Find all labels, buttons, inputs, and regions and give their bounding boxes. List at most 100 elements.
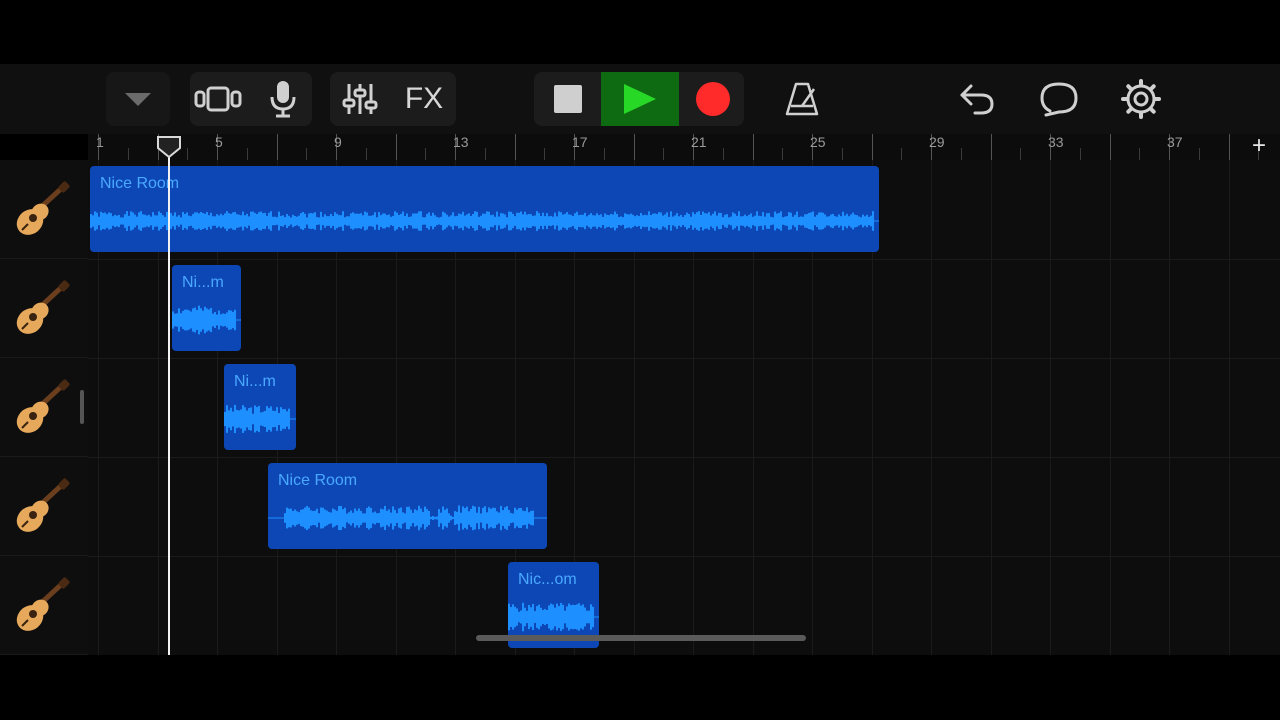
audio-region[interactable]: Ni...m: [172, 265, 241, 351]
loop-browser-button[interactable]: [1034, 72, 1084, 126]
ruler-bar-label: 17: [572, 134, 588, 150]
stop-icon: [554, 85, 582, 113]
audio-region[interactable]: Nice Room: [268, 463, 547, 549]
tracks-area[interactable]: Nice Room Ni...m Ni...m Nice Room Nic...om: [88, 160, 1280, 655]
ruler-bar-label: 29: [929, 134, 945, 150]
settings-icon: [1121, 79, 1161, 119]
ruler-tick: [633, 134, 635, 160]
ruler-tick: [187, 148, 189, 160]
audio-region[interactable]: Nice Room: [90, 166, 879, 252]
track-resize-handle[interactable]: [80, 390, 84, 424]
record-button[interactable]: [684, 72, 742, 126]
grid-line: [1109, 160, 1111, 655]
playhead[interactable]: [168, 150, 170, 655]
track-divider: [88, 358, 1280, 359]
track-header[interactable]: [0, 259, 88, 358]
play-icon: [624, 84, 656, 114]
ruler-tick: [484, 148, 486, 160]
ruler-tick: [722, 148, 724, 160]
settings-button[interactable]: [1116, 72, 1166, 126]
acoustic-guitar-icon: [10, 180, 70, 240]
ruler-tick: [990, 134, 992, 160]
ruler-bar-label: 13: [453, 134, 469, 150]
track-header[interactable]: [0, 457, 88, 556]
ruler-tick: [1139, 148, 1141, 160]
waveform: [172, 305, 241, 335]
mixer-button[interactable]: [334, 72, 386, 126]
ruler-bar-label: 33: [1048, 134, 1064, 150]
metronome-icon: [785, 82, 819, 116]
metronome-button[interactable]: [776, 72, 828, 126]
waveform: [268, 505, 547, 531]
play-button[interactable]: [601, 72, 679, 126]
track-divider: [88, 556, 1280, 557]
track-header[interactable]: [0, 556, 88, 655]
acoustic-guitar-icon: [10, 576, 70, 636]
undo-button[interactable]: [952, 72, 1002, 126]
ruler-bar-label: 1: [96, 134, 104, 150]
track-headers: [0, 160, 88, 655]
grid-line: [990, 160, 992, 655]
region-label: Ni...m: [234, 373, 276, 390]
ruler-bar-label: 9: [334, 134, 342, 150]
fx-button[interactable]: FX: [396, 72, 452, 126]
ruler-tick: [544, 148, 546, 160]
waveform: [90, 211, 879, 231]
ruler-tick: [1079, 148, 1081, 160]
microphone-icon: [270, 81, 296, 118]
ruler-tick: [425, 148, 427, 160]
loop-icon: [1040, 82, 1078, 117]
record-icon: [696, 82, 730, 116]
mixer-sliders-icon: [342, 84, 378, 114]
grid-line: [1228, 160, 1230, 655]
dropdown-button-bg: [106, 72, 170, 126]
track-header[interactable]: [0, 358, 88, 457]
ruler-tick: [514, 134, 516, 160]
microphone-button[interactable]: [258, 72, 308, 126]
control-bar: FX: [0, 64, 1280, 134]
fx-label: FX: [404, 82, 444, 115]
waveform: [224, 404, 296, 434]
ruler-bar-label: 25: [810, 134, 826, 150]
ruler-tick: [127, 148, 129, 160]
track-header[interactable]: [0, 160, 88, 259]
ruler-tick: [1198, 148, 1200, 160]
add-section-button[interactable]: +: [1248, 134, 1270, 158]
tracks-view-icon: [194, 86, 242, 112]
undo-icon: [960, 84, 994, 115]
grid-line: [1169, 160, 1170, 655]
ruler-tick: [752, 134, 754, 160]
ruler-tick: [365, 148, 367, 160]
timeline-ruler[interactable]: 1 5 9 13 17 21 25 29 33 37: [88, 134, 1280, 160]
ruler-tick: [246, 148, 248, 160]
ruler-tick: [1109, 134, 1111, 160]
track-divider: [88, 259, 1280, 260]
ruler-tick: [663, 148, 665, 160]
ruler-tick: [960, 148, 962, 160]
ruler-tick: [1020, 148, 1022, 160]
ruler-tick: [871, 134, 873, 160]
horizontal-scrollbar[interactable]: [476, 635, 806, 641]
grid-line: [1050, 160, 1051, 655]
audio-region[interactable]: Ni...m: [224, 364, 296, 450]
ruler-bar-label: 5: [215, 134, 223, 150]
ruler-tick: [901, 148, 903, 160]
ruler-tick: [782, 148, 784, 160]
ruler-tick: [276, 134, 278, 160]
track-divider: [88, 457, 1280, 458]
acoustic-guitar-icon: [10, 477, 70, 537]
region-label: Nice Room: [278, 472, 358, 489]
tracks-view-button[interactable]: [190, 72, 246, 126]
ruler-bar-label: 37: [1167, 134, 1183, 150]
acoustic-guitar-icon: [10, 378, 70, 438]
region-label: Nic...om: [518, 571, 577, 588]
playhead-handle[interactable]: [156, 136, 182, 158]
region-label: Ni...m: [182, 274, 224, 291]
ruler-tick: [1228, 134, 1230, 160]
acoustic-guitar-icon: [10, 279, 70, 339]
stop-button[interactable]: [538, 72, 598, 126]
grid-line: [931, 160, 932, 655]
ruler-tick: [841, 148, 843, 160]
ruler-tick: [306, 148, 308, 160]
ruler-tick: [395, 134, 397, 160]
